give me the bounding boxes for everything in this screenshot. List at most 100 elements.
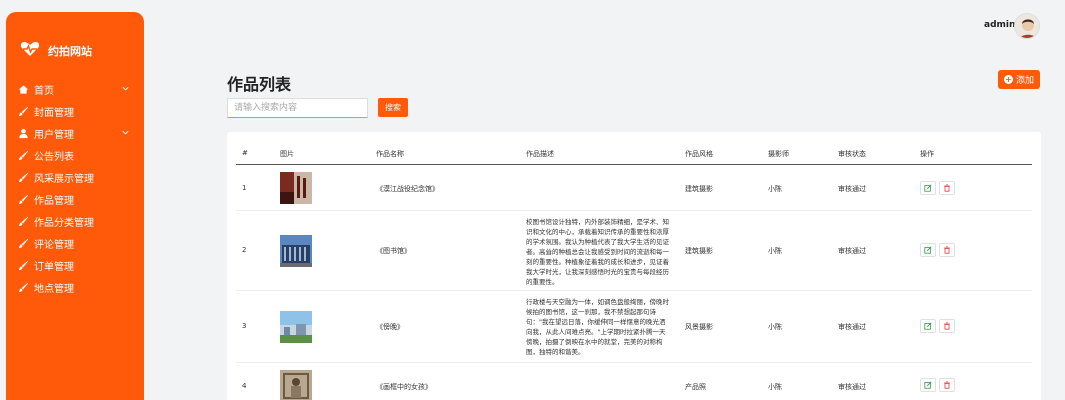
edit-icon [924,184,932,192]
brush-icon [17,237,29,249]
trash-icon [944,246,950,254]
sidebar-item-label: 封面管理 [34,107,74,119]
work-name: 《图书馆》 [376,247,411,255]
brush-icon [17,215,29,227]
edit-icon [924,381,932,389]
sidebar-item-work-categories[interactable]: 作品分类管理 [6,210,144,232]
work-photographer: 小陈 [768,247,782,255]
brush-icon [17,281,29,293]
row-index: 2 [242,246,247,254]
row-index: 4 [242,382,247,390]
work-style: 建筑摄影 [685,247,713,255]
work-style: 风景摄影 [685,323,713,331]
row-actions [920,243,955,257]
edit-icon [924,322,932,330]
brush-icon [17,259,29,271]
search-button[interactable]: 搜索 [378,98,408,117]
trash-icon [944,322,950,330]
row-actions [920,319,955,333]
works-table: # 图片 作品名称 作品描述 作品风格 摄影师 审核状态 操作 1 《漠江战役纪… [227,132,1041,400]
sidebar-item-label: 首页 [34,85,54,97]
sidebar-item-orders[interactable]: 订单管理 [6,254,144,276]
row-index: 3 [242,322,247,330]
work-name: 《傍晚》 [376,323,404,331]
home-icon [17,83,29,95]
trash-icon [944,381,950,389]
work-photographer: 小陈 [768,323,782,331]
work-description: 校图书馆设计独特，内外部装饰精细，是学术、知识和文化的中心，承载着知识传承的重要… [526,218,669,286]
sidebar-item-label: 风采展示管理 [34,173,94,185]
brand-name: 约拍网站 [48,45,92,58]
table-row: 1 《漠江战役纪念馆》 建筑摄影 小陈 审核通过 [236,165,1032,211]
sidebar-item-label: 地点管理 [34,283,74,295]
work-style: 建筑摄影 [685,185,713,193]
sidebar-item-comments[interactable]: 评论管理 [6,232,144,254]
sidebar-item-label: 作品管理 [34,195,74,207]
table-row: 4 《画框中的女孩》 产品照 小陈 审核通过 [236,363,1032,400]
user-icon [17,127,29,139]
work-thumbnail[interactable] [280,172,312,204]
sidebar-item-label: 用户管理 [34,129,74,141]
table-row: 2 《图书馆》 校图书馆设计独特，内外部装饰精细，是学术、知识和文化的中心，承载… [236,211,1032,291]
col-index: # [242,149,248,157]
work-status: 审核通过 [838,383,866,391]
chevron-down-icon [122,86,129,91]
edit-icon [924,246,932,254]
chevron-down-icon [122,130,129,135]
delete-button[interactable] [939,181,955,195]
row-index: 1 [242,184,247,192]
sidebar-item-label: 公告列表 [34,151,74,163]
col-style: 作品风格 [685,150,713,158]
work-name: 《漠江战役纪念馆》 [376,185,439,193]
work-photographer: 小陈 [768,383,782,391]
col-image: 图片 [280,150,294,158]
edit-button[interactable] [920,378,936,392]
add-button[interactable]: + 添加 [998,70,1040,89]
col-photographer: 摄影师 [768,150,789,158]
work-thumbnail[interactable] [280,235,312,267]
work-status: 审核通过 [838,247,866,255]
sidebar-item-showcase[interactable]: 风采展示管理 [6,166,144,188]
sidebar-item-users[interactable]: 用户管理 [6,122,144,144]
sidebar-item-label: 评论管理 [34,239,74,251]
search-input[interactable] [227,98,368,118]
sidebar-item-home[interactable]: 首页 [6,78,144,100]
col-actions: 操作 [920,150,934,158]
brush-icon [17,193,29,205]
plus-icon: + [1003,75,1013,84]
table-header: # 图片 作品名称 作品描述 作品风格 摄影师 审核状态 操作 [236,144,1032,165]
sidebar-item-announcements[interactable]: 公告列表 [6,144,144,166]
page-title: 作品列表 [227,75,292,94]
delete-button[interactable] [939,319,955,333]
brush-icon [17,105,29,117]
add-button-label: 添加 [1015,76,1034,86]
brand[interactable]: 约拍网站 [20,38,144,64]
brush-icon [17,171,29,183]
sidebar-item-cover[interactable]: 封面管理 [6,100,144,122]
sidebar-item-locations[interactable]: 地点管理 [6,276,144,298]
delete-button[interactable] [939,243,955,257]
trash-icon [944,184,950,192]
col-status: 审核状态 [838,150,866,158]
work-photographer: 小陈 [768,185,782,193]
avatar[interactable] [1014,13,1040,39]
username-label[interactable]: admin [984,20,1015,30]
sidebar-item-label: 作品分类管理 [34,217,94,229]
table-row: 3 《傍晚》 行政楼与天空融为一体，如调色盘般绚丽，傍晚时候拍的图书馆，这一刹那… [236,291,1032,363]
col-name: 作品名称 [376,150,404,158]
edit-button[interactable] [920,319,936,333]
delete-button[interactable] [939,378,955,392]
heartbeat-logo-icon [20,41,40,61]
sidebar-item-works[interactable]: 作品管理 [6,188,144,210]
work-description: 行政楼与天空融为一体，如调色盘般绚丽，傍晚时候拍的图书馆，这一刹那，我不禁想起那… [526,298,669,356]
work-thumbnail[interactable] [280,370,312,400]
work-status: 审核通过 [838,323,866,331]
row-actions [920,378,955,392]
work-style: 产品照 [685,383,706,391]
edit-button[interactable] [920,243,936,257]
sidebar: 约拍网站 首页 封面管理 用户管理 公告列表 风采展示管理 作品管理 作品分类管… [6,12,144,400]
work-thumbnail[interactable] [280,311,312,343]
edit-button[interactable] [920,181,936,195]
work-name: 《画框中的女孩》 [376,383,432,391]
brush-icon [17,149,29,161]
